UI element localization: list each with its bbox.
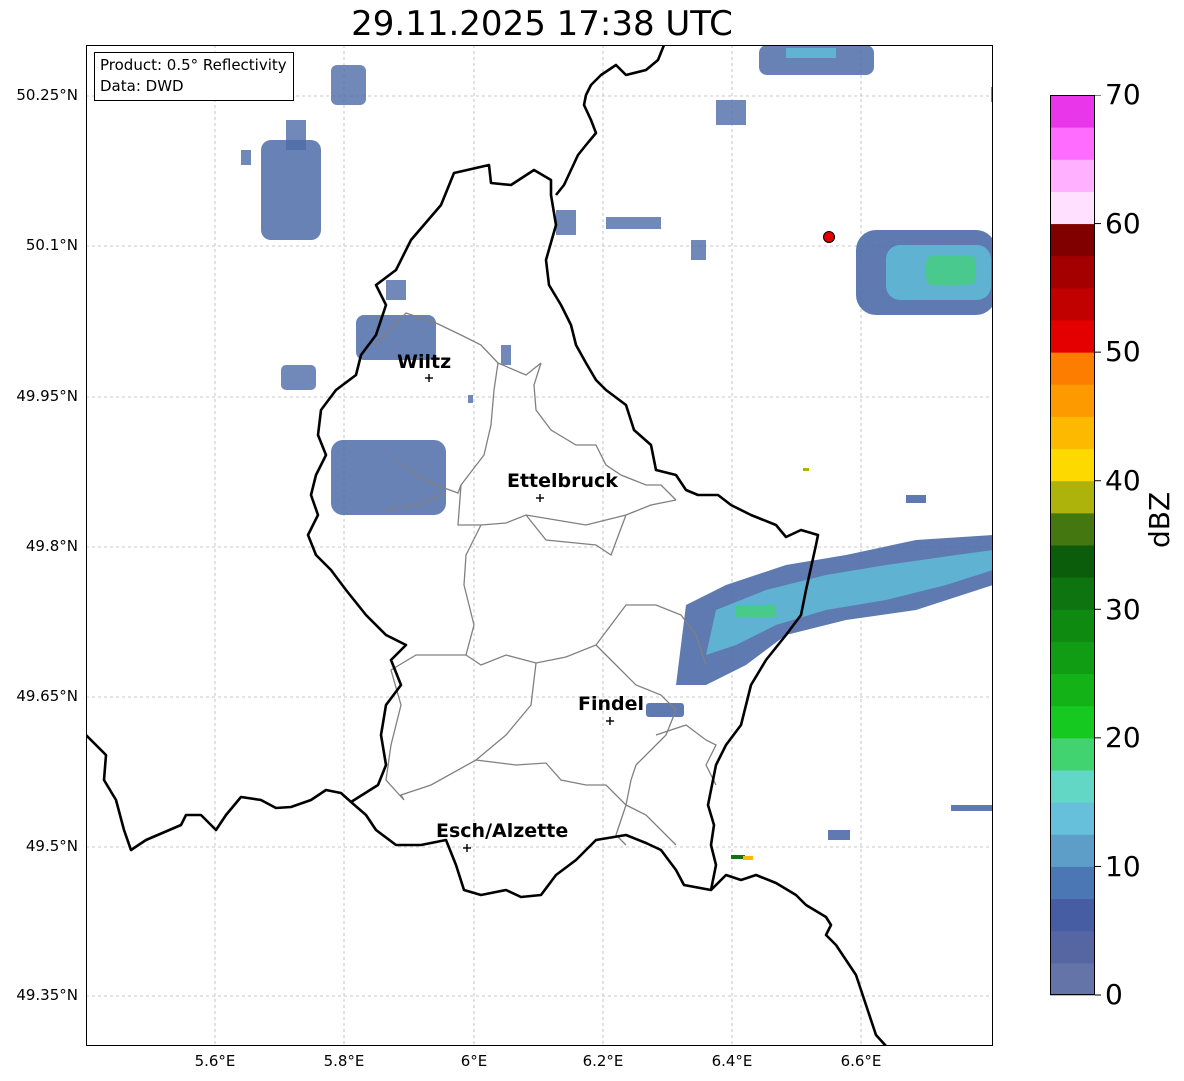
colorbar-segment bbox=[1050, 641, 1095, 675]
colorbar-tick-label: 70 bbox=[1105, 78, 1141, 111]
city-label-esch: Esch/Alzette bbox=[436, 820, 569, 842]
product-text: Product: 0.5° Reflectivity bbox=[100, 56, 287, 74]
lat-tick-label: 49.8°N bbox=[25, 537, 78, 555]
colorbar-label: dBZ bbox=[1143, 491, 1176, 548]
colorbar-segment bbox=[1050, 802, 1095, 835]
lat-tick-label: 50.25°N bbox=[16, 86, 78, 104]
lon-tick-label: 6.6°E bbox=[840, 1052, 882, 1070]
radar-map bbox=[86, 45, 993, 1046]
source-text: Data: DWD bbox=[100, 77, 184, 95]
colorbar bbox=[1050, 95, 1101, 996]
lat-tick-label: 49.5°N bbox=[25, 837, 78, 855]
colorbar-segment bbox=[1050, 191, 1095, 225]
lon-tick-label: 6°E bbox=[460, 1052, 488, 1070]
colorbar-tick-label: 20 bbox=[1105, 721, 1141, 754]
colorbar-segment bbox=[1050, 898, 1095, 932]
lon-tick-label: 5.8°E bbox=[323, 1052, 365, 1070]
lat-tick-label: 50.1°N bbox=[25, 236, 78, 254]
colorbar-segment bbox=[1050, 577, 1095, 610]
colorbar-segment bbox=[1050, 416, 1095, 450]
colorbar-tick-label: 40 bbox=[1105, 464, 1141, 497]
colorbar-segment bbox=[1050, 834, 1095, 867]
city-label-ettelbruck: Ettelbruck bbox=[507, 470, 618, 492]
colorbar-segment bbox=[1050, 930, 1095, 964]
colorbar-segment bbox=[1050, 384, 1095, 417]
colorbar-segment bbox=[1050, 223, 1095, 257]
lon-tick-label: 6.2°E bbox=[582, 1052, 624, 1070]
info-box: Product: 0.5° Reflectivity Data: DWD bbox=[94, 52, 294, 101]
city-label-wiltz: Wiltz bbox=[397, 351, 452, 373]
colorbar-segment bbox=[1050, 159, 1095, 192]
colorbar-tick-label: 50 bbox=[1105, 335, 1141, 368]
colorbar-segment bbox=[1050, 255, 1095, 289]
lat-tick-label: 49.65°N bbox=[16, 687, 78, 705]
colorbar-segment bbox=[1050, 770, 1095, 803]
colorbar-tick-label: 10 bbox=[1105, 850, 1141, 883]
colorbar-tick-label: 60 bbox=[1105, 207, 1141, 240]
radar-site-marker bbox=[823, 231, 835, 243]
colorbar-segment bbox=[1050, 512, 1095, 546]
lat-tick-label: 49.95°N bbox=[16, 387, 78, 405]
colorbar-segment bbox=[1050, 609, 1095, 642]
colorbar-segment bbox=[1050, 127, 1095, 160]
colorbar-segment bbox=[1050, 737, 1095, 771]
map-title: 29.11.2025 17:38 UTC bbox=[351, 4, 733, 44]
colorbar-segment bbox=[1050, 705, 1095, 739]
colorbar-segment bbox=[1050, 320, 1095, 353]
colorbar-segment bbox=[1050, 95, 1095, 128]
colorbar-segment bbox=[1050, 480, 1095, 514]
colorbar-segment bbox=[1050, 545, 1095, 578]
colorbar-segment bbox=[1050, 866, 1095, 900]
colorbar-segment bbox=[1050, 448, 1095, 482]
colorbar-segment bbox=[1050, 287, 1095, 321]
lat-tick-label: 49.35°N bbox=[16, 986, 78, 1004]
colorbar-tick-label: 30 bbox=[1105, 593, 1141, 626]
lon-tick-label: 5.6°E bbox=[194, 1052, 236, 1070]
colorbar-segment bbox=[1050, 352, 1095, 385]
colorbar-segment bbox=[1050, 962, 1095, 996]
lon-tick-label: 6.4°E bbox=[711, 1052, 753, 1070]
city-label-findel: Findel bbox=[578, 693, 645, 715]
colorbar-segment bbox=[1050, 673, 1095, 707]
colorbar-tick-label: 0 bbox=[1105, 978, 1123, 1011]
